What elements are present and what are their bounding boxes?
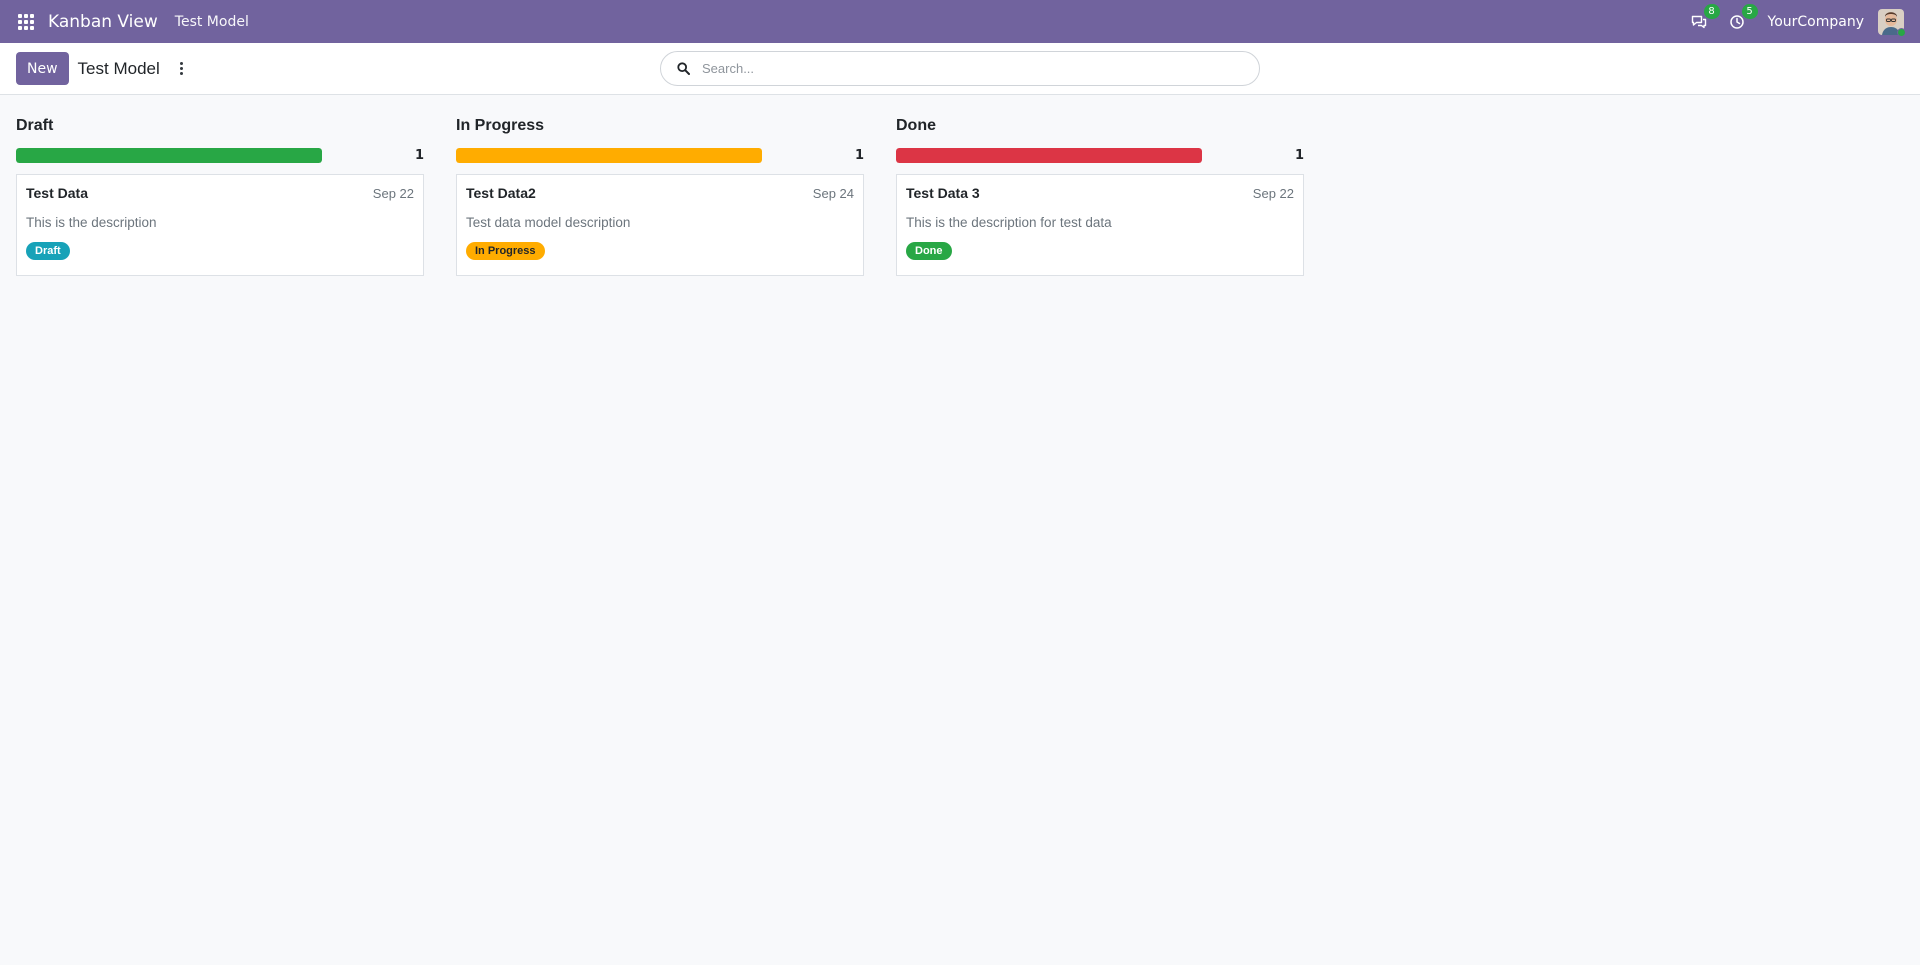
card-status-tag: Draft <box>26 242 70 260</box>
column-title[interactable]: Done <box>896 113 1304 139</box>
card-date: Sep 22 <box>1252 185 1294 201</box>
column-progress-bar[interactable] <box>16 147 322 163</box>
card-header: Test Data Sep 22 <box>26 185 414 201</box>
card-header: Test Data 3 Sep 22 <box>906 185 1294 201</box>
control-panel: New Test Model <box>0 43 1920 95</box>
search-input[interactable] <box>702 61 1242 76</box>
column-record-count: 1 <box>414 147 424 163</box>
page-title: Test Model <box>77 58 160 78</box>
column-progress-fill <box>16 147 322 163</box>
activities-count-badge: 5 <box>1741 3 1758 19</box>
kanban-card[interactable]: Test Data Sep 22 This is the description… <box>16 174 424 276</box>
app-menu-icon[interactable] <box>16 12 36 32</box>
menu-item-test-model[interactable]: Test Model <box>175 14 249 30</box>
column-progress-row: 1 <box>456 146 864 164</box>
card-date: Sep 24 <box>812 185 854 201</box>
company-switcher[interactable]: YourCompany <box>1768 14 1865 30</box>
more-actions-icon[interactable] <box>176 59 188 79</box>
chat-icon <box>1691 15 1706 28</box>
kanban-column-in-progress: In Progress 1 Test Data2 Sep 24 Test dat… <box>456 111 864 276</box>
app-brand[interactable]: Kanban View <box>48 12 158 32</box>
systray: 8 5 YourCompany <box>1688 3 1906 37</box>
column-record-count: 1 <box>1294 147 1304 163</box>
card-title: Test Data <box>26 185 88 201</box>
card-description: This is the description for test data <box>906 215 1112 230</box>
card-description: Test data model description <box>466 215 631 230</box>
column-title[interactable]: Draft <box>16 113 424 139</box>
card-title: Test Data2 <box>466 185 536 201</box>
card-status-tag: In Progress <box>466 242 545 260</box>
column-progress-fill <box>896 147 1202 163</box>
search-bar <box>660 51 1260 86</box>
column-title[interactable]: In Progress <box>456 113 864 139</box>
card-date: Sep 22 <box>372 185 414 201</box>
kanban-card[interactable]: Test Data2 Sep 24 Test data model descri… <box>456 174 864 276</box>
card-header: Test Data2 Sep 24 <box>466 185 854 201</box>
card-description: This is the description <box>26 215 157 230</box>
messages-count-badge: 8 <box>1703 3 1720 19</box>
column-progress-fill <box>456 147 762 163</box>
activities-button[interactable]: 5 <box>1726 3 1758 33</box>
column-progress-bar[interactable] <box>456 147 762 163</box>
clock-icon <box>1729 14 1744 29</box>
search-icon[interactable] <box>677 62 690 75</box>
kanban-column-draft: Draft 1 Test Data Sep 22 This is the des… <box>16 111 424 276</box>
card-title: Test Data 3 <box>906 185 980 201</box>
column-progress-row: 1 <box>896 146 1304 164</box>
column-progress-bar[interactable] <box>896 147 1202 163</box>
new-button[interactable]: New <box>16 52 69 85</box>
column-record-count: 1 <box>854 147 864 163</box>
user-online-status <box>1897 27 1906 37</box>
main-navbar: Kanban View Test Model 8 5 YourCompany <box>0 0 1920 43</box>
user-avatar[interactable] <box>1878 8 1906 37</box>
messages-button[interactable]: 8 <box>1688 3 1720 33</box>
card-status-tag: Done <box>906 242 952 260</box>
column-progress-row: 1 <box>16 146 424 164</box>
kanban-card[interactable]: Test Data 3 Sep 22 This is the descripti… <box>896 174 1304 276</box>
kanban-column-done: Done 1 Test Data 3 Sep 22 This is the de… <box>896 111 1304 276</box>
kanban-board: Draft 1 Test Data Sep 22 This is the des… <box>0 95 1920 276</box>
